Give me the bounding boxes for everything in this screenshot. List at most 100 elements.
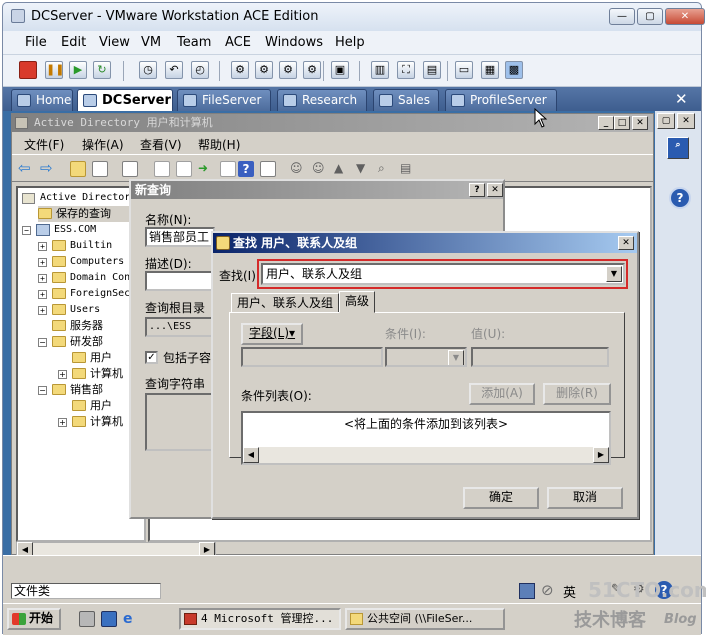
mmc-menu-file[interactable]: 文件(F) <box>24 136 64 153</box>
tree-domain[interactable]: − ESS.COM <box>22 222 96 238</box>
name-field[interactable]: 销售部员工 <box>145 227 215 247</box>
tree-builtin[interactable]: + Builtin <box>38 238 112 254</box>
tree-saved-queries[interactable]: 保存的查询 <box>38 206 142 222</box>
menu-edit[interactable]: Edit <box>61 35 86 50</box>
side-window-maximize-button[interactable]: ▢ <box>657 113 675 129</box>
mmc-maximize-button[interactable]: □ <box>614 116 630 130</box>
scroll-right-icon[interactable]: ▶ <box>199 542 215 556</box>
team-reset-icon[interactable]: ⚙ <box>303 61 321 79</box>
fullscreen-icon[interactable]: ⛶ <box>397 61 415 79</box>
tree-ou-servers[interactable]: 服务器 <box>52 318 103 334</box>
tabs-view-icon[interactable]: ▩ <box>505 61 523 79</box>
tree-ou-sales-computers[interactable]: + 计算机 <box>58 414 123 430</box>
ime-disabled-icon[interactable]: ⊘ <box>541 581 554 599</box>
collapse-icon[interactable]: − <box>38 338 47 347</box>
tree-foreign-security[interactable]: + ForeignSec <box>38 286 130 302</box>
description-field[interactable] <box>145 271 215 291</box>
tab-sales[interactable]: Sales <box>373 89 439 111</box>
mmc-menu-view[interactable]: 查看(V) <box>140 136 182 153</box>
language-bar-icon[interactable] <box>519 583 535 599</box>
tree-computers[interactable]: + Computers <box>38 254 124 270</box>
mmc-minimize-button[interactable]: _ <box>598 116 614 130</box>
revert-snapshot-icon[interactable]: ↶ <box>165 61 183 79</box>
menu-team[interactable]: Team <box>177 35 211 50</box>
team-connect-icon[interactable]: ⚙ <box>231 61 249 79</box>
tab-users-contacts-groups[interactable]: 用户、联系人及组 <box>231 293 340 313</box>
menu-ace[interactable]: ACE <box>225 35 251 50</box>
mmc-close-button[interactable]: ✕ <box>632 116 648 130</box>
tree-ou-rd-users[interactable]: 用户 <box>72 350 112 366</box>
mmc-menu-action[interactable]: 操作(A) <box>82 136 124 153</box>
ok-button[interactable]: 确定 <box>463 487 539 509</box>
server-manager-icon[interactable] <box>79 611 95 627</box>
scroll-left-icon[interactable]: ◀ <box>243 447 259 463</box>
tree-ou-rd-computers[interactable]: + 计算机 <box>58 366 123 382</box>
team-suspend-icon[interactable]: ⚙ <box>279 61 297 79</box>
reset-icon[interactable]: ↻ <box>93 61 111 79</box>
power-on-icon[interactable]: ▶ <box>69 61 87 79</box>
new-query-help-button[interactable]: ? <box>469 183 485 197</box>
forward-icon[interactable]: ⇨ <box>40 161 56 177</box>
tree-horizontal-scrollbar[interactable]: ◀ ▶ <box>16 542 216 556</box>
menu-file[interactable]: File <box>25 35 47 50</box>
menu-help[interactable]: Help <box>335 35 365 50</box>
start-button[interactable]: 开始 <box>7 608 61 630</box>
collapse-icon[interactable]: − <box>38 386 47 395</box>
expand-icon[interactable]: + <box>38 274 47 283</box>
find-icon[interactable]: ⌕ <box>378 161 394 177</box>
taskbar-mmc[interactable]: 4 Microsoft 管理控... <box>179 608 341 630</box>
condition-list[interactable]: <将上面的条件添加到该列表> ◀ ▶ <box>241 411 611 465</box>
list-icon[interactable] <box>220 161 236 177</box>
expand-icon[interactable]: + <box>58 418 67 427</box>
help-icon[interactable]: ? <box>238 161 254 177</box>
new-group-icon[interactable]: ☺ <box>312 161 328 177</box>
scroll-right-icon[interactable]: ▶ <box>593 447 609 463</box>
new-user-icon[interactable]: ☺ <box>290 161 306 177</box>
mmc-menu-help[interactable]: 帮助(H) <box>198 136 240 153</box>
taskbar-public-share[interactable]: 公共空间 (\\FileSer... <box>345 608 505 630</box>
back-icon[interactable]: ⇦ <box>18 161 34 177</box>
scroll-left-icon[interactable]: ◀ <box>17 542 33 556</box>
tab-advanced[interactable]: 高级 <box>339 291 376 313</box>
cancel-button[interactable]: 取消 <box>547 487 623 509</box>
include-subcontainers-checkbox[interactable]: ✓ <box>145 351 158 364</box>
add-to-group-icon[interactable]: ▤ <box>400 161 416 177</box>
expand-icon[interactable]: + <box>38 258 47 267</box>
show-desktop-icon[interactable] <box>101 611 117 627</box>
snapshot-manager-icon[interactable]: ◴ <box>191 61 209 79</box>
expand-icon[interactable]: + <box>38 242 47 251</box>
maximize-button[interactable]: ▢ <box>637 8 663 25</box>
menu-windows[interactable]: Windows <box>265 35 323 50</box>
close-button[interactable]: ✕ <box>665 8 705 25</box>
tree-root[interactable]: Active Directory <box>22 190 136 206</box>
close-tab-icon[interactable]: ✕ <box>675 90 688 108</box>
tab-home[interactable]: Home <box>11 89 73 111</box>
ace-icon[interactable]: ▣ <box>331 61 349 79</box>
export-icon[interactable]: ➜ <box>198 161 214 177</box>
summary-view-icon[interactable]: ▦ <box>481 61 499 79</box>
console-view-icon[interactable]: ▭ <box>455 61 473 79</box>
condition-list-scrollbar[interactable]: ◀ ▶ <box>243 447 609 463</box>
field-button[interactable]: 字段(L)▾ <box>241 323 303 345</box>
power-off-icon[interactable] <box>19 61 37 79</box>
tree-ou-sales[interactable]: − 销售部 <box>38 382 103 398</box>
internet-explorer-icon[interactable]: e <box>123 611 139 627</box>
find-close-button[interactable]: ✕ <box>618 236 634 250</box>
new-ou-icon[interactable]: ▲ <box>334 161 350 177</box>
search-icon[interactable]: ⌕ <box>667 137 689 159</box>
snapshot-icon[interactable]: ◷ <box>139 61 157 79</box>
tree-domain-controllers[interactable]: + Domain Con <box>38 270 130 286</box>
expand-icon[interactable]: + <box>38 290 47 299</box>
help-circle-icon[interactable]: ? <box>669 187 691 209</box>
tree-ou-sales-users[interactable]: 用户 <box>72 398 112 414</box>
new-query-close-button[interactable]: ✕ <box>487 183 503 197</box>
console-icon[interactable] <box>260 161 276 177</box>
tab-fileserver[interactable]: FileServer <box>177 89 271 111</box>
sidebar-toggle-icon[interactable]: ▥ <box>371 61 389 79</box>
team-power-icon[interactable]: ⚙ <box>255 61 273 79</box>
tree-users[interactable]: + Users <box>38 302 100 318</box>
add-condition-button[interactable]: 添加(A) <box>469 383 535 405</box>
ime-mode-label[interactable]: 英 <box>563 582 576 601</box>
quick-switch-icon[interactable]: ▤ <box>423 61 441 79</box>
expand-icon[interactable]: + <box>58 370 67 379</box>
